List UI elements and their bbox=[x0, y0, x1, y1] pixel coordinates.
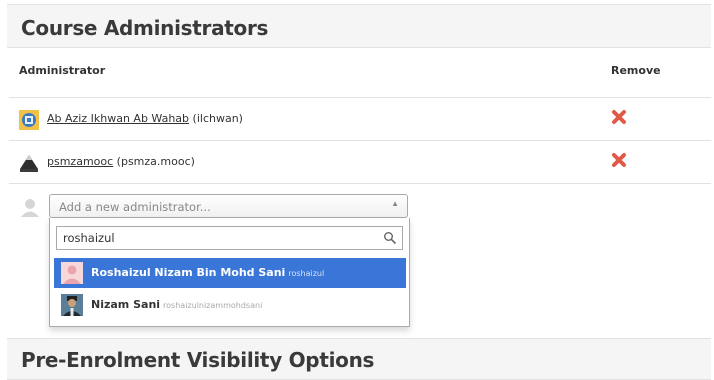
admin-name: Ab Aziz Ikhwan Ab Wahab (ilchwan) bbox=[47, 112, 243, 125]
dropdown-option[interactable]: Roshaizul Nizam Bin Mohd Sani roshaizul bbox=[54, 258, 406, 288]
option-label: Roshaizul Nizam Bin Mohd Sani roshaizul bbox=[91, 266, 325, 279]
section-title: Course Administrators bbox=[21, 16, 269, 40]
admin-username: (ilchwan) bbox=[192, 112, 243, 125]
administrator-dropdown: Roshaizul Nizam Bin Mohd Saniroshaizul N… bbox=[49, 218, 410, 327]
dropdown-option[interactable]: Nizam Sani roshaizulnizammohdsani bbox=[54, 290, 406, 320]
search-input[interactable] bbox=[57, 227, 389, 249]
admin-row: psmzamooc (psmza.mooc) bbox=[9, 141, 711, 183]
section-title: Pre-Enrolment Visibility Options bbox=[21, 348, 375, 372]
admin-profile-link[interactable]: psmzamooc bbox=[47, 155, 113, 168]
chevron-up-icon: ▲ bbox=[391, 199, 399, 208]
column-header-administrator: Administrator bbox=[19, 64, 106, 77]
select-placeholder: Add a new administrator... bbox=[59, 200, 211, 214]
option-username: roshaizul bbox=[288, 269, 325, 278]
course-administrators-header: Course Administrators bbox=[7, 4, 711, 48]
user-placeholder-icon bbox=[20, 197, 40, 217]
mountain-logo-icon bbox=[19, 153, 39, 173]
add-administrator-select[interactable]: Add a new administrator... ▲ bbox=[49, 194, 408, 218]
gear-badge-icon bbox=[19, 110, 39, 130]
option-username: roshaizulnizammohdsani bbox=[163, 301, 263, 310]
column-header-remove: Remove bbox=[611, 64, 661, 77]
admin-username: (psmza.mooc) bbox=[116, 155, 195, 168]
remove-icon[interactable] bbox=[611, 109, 627, 125]
pre-enrolment-visibility-header: Pre-Enrolment Visibility Options bbox=[7, 338, 711, 380]
option-label: Nizam Sani roshaizulnizammohdsani bbox=[91, 298, 263, 311]
avatar bbox=[61, 262, 83, 284]
search-field bbox=[56, 226, 403, 250]
admin-profile-link[interactable]: Ab Aziz Ikhwan Ab Wahab bbox=[47, 112, 189, 125]
admin-row: Ab Aziz Ikhwan Ab Wahab (ilchwan) bbox=[9, 98, 711, 140]
divider bbox=[9, 183, 711, 184]
remove-icon[interactable] bbox=[611, 152, 627, 168]
avatar bbox=[61, 294, 83, 316]
search-icon bbox=[383, 231, 397, 245]
admin-name: psmzamooc (psmza.mooc) bbox=[47, 155, 195, 168]
